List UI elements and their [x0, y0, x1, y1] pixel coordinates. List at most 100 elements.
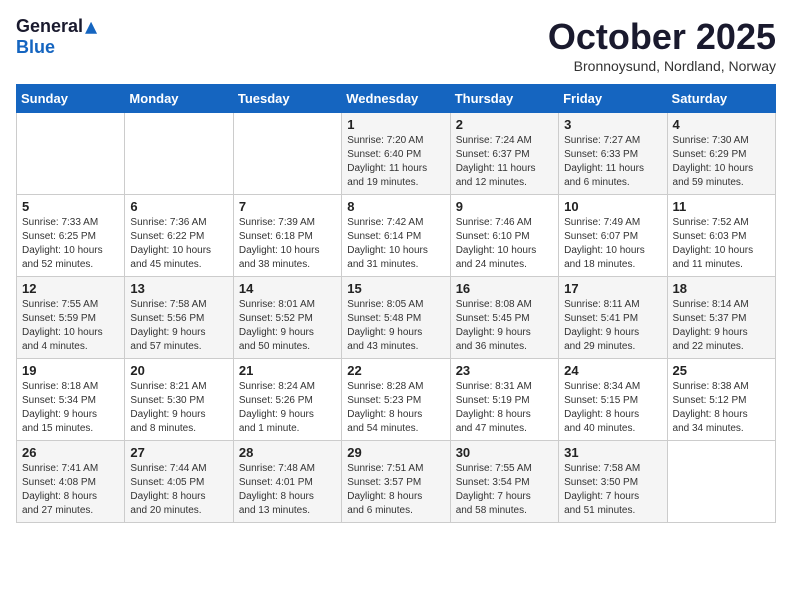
day-info: Sunrise: 8:28 AM Sunset: 5:23 PM Dayligh… — [347, 380, 444, 436]
day-info: Sunrise: 7:51 AM Sunset: 3:57 PM Dayligh… — [347, 462, 444, 518]
day-cell: 28Sunrise: 7:48 AM Sunset: 4:01 PM Dayli… — [233, 441, 341, 523]
logo-triangle-icon — [85, 22, 97, 34]
day-number: 2 — [456, 117, 553, 132]
day-cell: 3 Sunrise: 7:27 AM Sunset: 6:33 PM Daylig… — [559, 113, 667, 195]
weekday-header-thursday: Thursday — [450, 85, 558, 113]
day-number: 10 — [564, 199, 661, 214]
day-info: Sunrise: 7:49 AM Sunset: 6:07 PM Dayligh… — [564, 216, 661, 272]
day-cell: 1 Sunrise: 7:20 AM Sunset: 6:40 PM Daylig… — [342, 113, 450, 195]
day-number: 15 — [347, 281, 444, 296]
week-row-2: 5 Sunrise: 7:33 AM Sunset: 6:25 PM Daylig… — [17, 195, 776, 277]
day-info: Sunrise: 7:24 AM Sunset: 6:37 PM Dayligh… — [456, 134, 553, 190]
day-cell: 8Sunrise: 7:42 AM Sunset: 6:14 PM Daylig… — [342, 195, 450, 277]
day-cell: 15 Sunrise: 8:05 AM Sunset: 5:48 PM Dayli… — [342, 277, 450, 359]
weekday-header-row: SundayMondayTuesdayWednesdayThursdayFrid… — [17, 85, 776, 113]
day-number: 19 — [22, 363, 119, 378]
title-section: October 2025 Bronnoysund, Nordland, Norw… — [548, 16, 776, 74]
day-cell: 13 Sunrise: 7:58 AM Sunset: 5:56 PM Dayli… — [125, 277, 233, 359]
day-cell: 21 Sunrise: 8:24 AM Sunset: 5:26 PM Dayli… — [233, 359, 341, 441]
day-cell: 10 Sunrise: 7:49 AM Sunset: 6:07 PM Dayli… — [559, 195, 667, 277]
weekday-header-saturday: Saturday — [667, 85, 775, 113]
day-cell: 14 Sunrise: 8:01 AM Sunset: 5:52 PM Dayli… — [233, 277, 341, 359]
day-cell: 6Sunrise: 7:36 AM Sunset: 6:22 PM Daylig… — [125, 195, 233, 277]
logo-blue-text: Blue — [16, 37, 55, 58]
day-number: 4 — [673, 117, 770, 132]
day-cell: 9 Sunrise: 7:46 AM Sunset: 6:10 PM Daylig… — [450, 195, 558, 277]
day-info: Sunrise: 7:33 AM Sunset: 6:25 PM Dayligh… — [22, 216, 119, 272]
week-row-5: 26 Sunrise: 7:41 AM Sunset: 4:08 PM Dayli… — [17, 441, 776, 523]
day-number: 3 — [564, 117, 661, 132]
day-cell: 31 Sunrise: 7:58 AM Sunset: 3:50 PM Dayli… — [559, 441, 667, 523]
day-info: Sunrise: 8:14 AM Sunset: 5:37 PM Dayligh… — [673, 298, 770, 354]
day-number: 26 — [22, 445, 119, 460]
day-number: 5 — [22, 199, 119, 214]
day-cell: 12 Sunrise: 7:55 AM Sunset: 5:59 PM Dayli… — [17, 277, 125, 359]
day-info: Sunrise: 8:11 AM Sunset: 5:41 PM Dayligh… — [564, 298, 661, 354]
day-info: Sunrise: 7:41 AM Sunset: 4:08 PM Dayligh… — [22, 462, 119, 518]
weekday-header-friday: Friday — [559, 85, 667, 113]
day-cell: 29 Sunrise: 7:51 AM Sunset: 3:57 PM Dayli… — [342, 441, 450, 523]
day-info: Sunrise: 8:31 AM Sunset: 5:19 PM Dayligh… — [456, 380, 553, 436]
day-number: 25 — [673, 363, 770, 378]
day-info: Sunrise: 7:27 AM Sunset: 6:33 PM Dayligh… — [564, 134, 661, 190]
weekday-header-wednesday: Wednesday — [342, 85, 450, 113]
day-cell — [17, 113, 125, 195]
day-number: 21 — [239, 363, 336, 378]
logo: General Blue — [16, 16, 97, 58]
day-info: Sunrise: 8:21 AM Sunset: 5:30 PM Dayligh… — [130, 380, 227, 436]
day-info: Sunrise: 7:46 AM Sunset: 6:10 PM Dayligh… — [456, 216, 553, 272]
day-info: Sunrise: 8:34 AM Sunset: 5:15 PM Dayligh… — [564, 380, 661, 436]
day-cell: 7Sunrise: 7:39 AM Sunset: 6:18 PM Daylig… — [233, 195, 341, 277]
week-row-3: 12 Sunrise: 7:55 AM Sunset: 5:59 PM Dayli… — [17, 277, 776, 359]
day-number: 29 — [347, 445, 444, 460]
week-row-1: 1 Sunrise: 7:20 AM Sunset: 6:40 PM Daylig… — [17, 113, 776, 195]
day-cell: 17 Sunrise: 8:11 AM Sunset: 5:41 PM Dayli… — [559, 277, 667, 359]
day-info: Sunrise: 7:20 AM Sunset: 6:40 PM Dayligh… — [347, 134, 444, 190]
day-info: Sunrise: 7:58 AM Sunset: 3:50 PM Dayligh… — [564, 462, 661, 518]
weekday-header-sunday: Sunday — [17, 85, 125, 113]
day-info: Sunrise: 8:24 AM Sunset: 5:26 PM Dayligh… — [239, 380, 336, 436]
day-cell: 2 Sunrise: 7:24 AM Sunset: 6:37 PM Daylig… — [450, 113, 558, 195]
day-info: Sunrise: 8:05 AM Sunset: 5:48 PM Dayligh… — [347, 298, 444, 354]
day-number: 27 — [130, 445, 227, 460]
day-number: 8 — [347, 199, 444, 214]
day-number: 9 — [456, 199, 553, 214]
day-cell: 16Sunrise: 8:08 AM Sunset: 5:45 PM Dayli… — [450, 277, 558, 359]
day-number: 12 — [22, 281, 119, 296]
location-text: Bronnoysund, Nordland, Norway — [548, 58, 776, 74]
day-number: 13 — [130, 281, 227, 296]
day-number: 24 — [564, 363, 661, 378]
day-number: 14 — [239, 281, 336, 296]
day-info: Sunrise: 8:01 AM Sunset: 5:52 PM Dayligh… — [239, 298, 336, 354]
day-info: Sunrise: 7:48 AM Sunset: 4:01 PM Dayligh… — [239, 462, 336, 518]
day-cell — [125, 113, 233, 195]
day-number: 31 — [564, 445, 661, 460]
day-number: 7 — [239, 199, 336, 214]
day-number: 22 — [347, 363, 444, 378]
day-number: 30 — [456, 445, 553, 460]
day-number: 17 — [564, 281, 661, 296]
day-info: Sunrise: 7:30 AM Sunset: 6:29 PM Dayligh… — [673, 134, 770, 190]
day-info: Sunrise: 7:52 AM Sunset: 6:03 PM Dayligh… — [673, 216, 770, 272]
page-header: General Blue October 2025 Bronnoysund, N… — [16, 16, 776, 74]
weekday-header-monday: Monday — [125, 85, 233, 113]
day-cell: 23 Sunrise: 8:31 AM Sunset: 5:19 PM Dayli… — [450, 359, 558, 441]
day-cell: 22 Sunrise: 8:28 AM Sunset: 5:23 PM Dayli… — [342, 359, 450, 441]
day-cell: 26 Sunrise: 7:41 AM Sunset: 4:08 PM Dayli… — [17, 441, 125, 523]
day-cell — [667, 441, 775, 523]
day-info: Sunrise: 7:55 AM Sunset: 3:54 PM Dayligh… — [456, 462, 553, 518]
day-number: 16 — [456, 281, 553, 296]
day-cell: 25 Sunrise: 8:38 AM Sunset: 5:12 PM Dayli… — [667, 359, 775, 441]
day-cell: 11Sunrise: 7:52 AM Sunset: 6:03 PM Dayli… — [667, 195, 775, 277]
calendar-table: SundayMondayTuesdayWednesdayThursdayFrid… — [16, 84, 776, 523]
day-info: Sunrise: 7:58 AM Sunset: 5:56 PM Dayligh… — [130, 298, 227, 354]
day-cell: 27 Sunrise: 7:44 AM Sunset: 4:05 PM Dayli… — [125, 441, 233, 523]
day-number: 18 — [673, 281, 770, 296]
day-number: 23 — [456, 363, 553, 378]
day-number: 1 — [347, 117, 444, 132]
day-info: Sunrise: 7:44 AM Sunset: 4:05 PM Dayligh… — [130, 462, 227, 518]
day-info: Sunrise: 8:38 AM Sunset: 5:12 PM Dayligh… — [673, 380, 770, 436]
week-row-4: 19Sunrise: 8:18 AM Sunset: 5:34 PM Dayli… — [17, 359, 776, 441]
day-info: Sunrise: 7:55 AM Sunset: 5:59 PM Dayligh… — [22, 298, 119, 354]
day-cell — [233, 113, 341, 195]
